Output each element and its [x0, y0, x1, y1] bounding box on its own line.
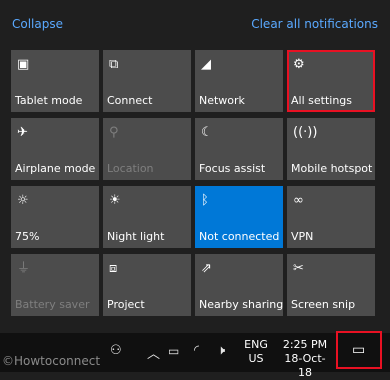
- language-region: US: [248, 352, 264, 365]
- vpn-icon: ∞: [293, 193, 304, 208]
- tile-connect[interactable]: ⧉ Connect: [103, 50, 191, 112]
- tile-tablet-mode[interactable]: ▣ Tablet mode: [11, 50, 99, 112]
- battery-saver-icon: ⏚: [17, 261, 31, 276]
- tile-label: 75%: [15, 230, 40, 243]
- hotspot-icon: ((·)): [293, 125, 318, 140]
- tile-focus-assist[interactable]: ☾ Focus assist: [195, 118, 283, 180]
- moon-icon: ☾: [201, 125, 213, 140]
- tile-night-light[interactable]: ☀ Night light: [103, 186, 191, 248]
- tile-label: Network: [199, 94, 245, 107]
- tile-nearby-sharing[interactable]: ⇗ Nearby sharing: [195, 254, 283, 316]
- brightness-icon: ☼: [17, 193, 29, 208]
- tile-label: Project: [107, 298, 145, 311]
- tile-label: Focus assist: [199, 162, 266, 175]
- network-icon: ◢: [201, 57, 211, 72]
- tablet-icon: ▣: [17, 57, 30, 72]
- tile-label: Tablet mode: [15, 94, 83, 107]
- gear-icon: ⚙: [293, 57, 305, 72]
- tile-screen-snip[interactable]: ✂ Screen snip: [287, 254, 375, 316]
- tile-airplane-mode[interactable]: ✈ Airplane mode: [11, 118, 99, 180]
- battery-icon[interactable]: ▭: [168, 344, 179, 358]
- tile-battery-saver[interactable]: ⏚ Battery saver: [11, 254, 99, 316]
- night-light-icon: ☀: [109, 193, 121, 208]
- tile-label: Battery saver: [15, 298, 90, 311]
- clear-all-notifications-link[interactable]: Clear all notifications: [251, 17, 378, 31]
- tile-label: Location: [107, 162, 154, 175]
- tile-label: All settings: [291, 94, 352, 107]
- snip-icon: ✂: [293, 261, 304, 276]
- tile-label: Not connected: [199, 230, 280, 243]
- tile-label: Mobile hotspot: [291, 162, 373, 175]
- wifi-icon[interactable]: ◜: [194, 343, 199, 358]
- tile-mobile-hotspot[interactable]: ((·)) Mobile hotspot: [287, 118, 375, 180]
- bluetooth-icon: ᛒ: [201, 193, 209, 208]
- tile-label: Screen snip: [291, 298, 356, 311]
- language-indicator[interactable]: ENG US: [244, 338, 268, 366]
- tile-label: Airplane mode: [15, 162, 96, 175]
- tile-location[interactable]: ⚲ Location: [103, 118, 191, 180]
- clock-date: 18-Oct-18: [284, 352, 326, 379]
- volume-icon[interactable]: 🕨: [217, 343, 225, 358]
- tile-network[interactable]: ◢ Network: [195, 50, 283, 112]
- share-icon: ⇗: [201, 261, 212, 276]
- tile-label: Nearby sharing: [199, 298, 284, 311]
- airplane-icon: ✈: [17, 125, 28, 140]
- collapse-link[interactable]: Collapse: [12, 17, 63, 31]
- tile-label: Connect: [107, 94, 153, 107]
- connect-icon: ⧉: [109, 57, 119, 72]
- tile-label: Night light: [107, 230, 165, 243]
- tile-project[interactable]: ⧈ Project: [103, 254, 191, 316]
- project-icon: ⧈: [109, 261, 118, 276]
- clock[interactable]: 2:25 PM 18-Oct-18: [282, 338, 328, 380]
- people-icon[interactable]: ⚇: [110, 343, 122, 358]
- tile-all-settings[interactable]: ⚙ All settings: [287, 50, 375, 112]
- tile-vpn[interactable]: ∞ VPN: [287, 186, 375, 248]
- clock-time: 2:25 PM: [282, 338, 328, 351]
- watermark-text: ©Howtoconnect: [2, 354, 101, 368]
- tile-label: VPN: [291, 230, 314, 243]
- action-center-icon: ▭: [352, 342, 366, 358]
- tile-bluetooth[interactable]: ᛒ Not connected: [195, 186, 283, 248]
- location-icon: ⚲: [109, 125, 119, 140]
- action-center-button[interactable]: ▭: [336, 331, 382, 369]
- language-code: ENG: [244, 338, 268, 351]
- tile-brightness[interactable]: ☼ 75%: [11, 186, 99, 248]
- chevron-up-icon[interactable]: ︿: [147, 343, 160, 362]
- action-center-header: Collapse Clear all notifications: [0, 0, 390, 46]
